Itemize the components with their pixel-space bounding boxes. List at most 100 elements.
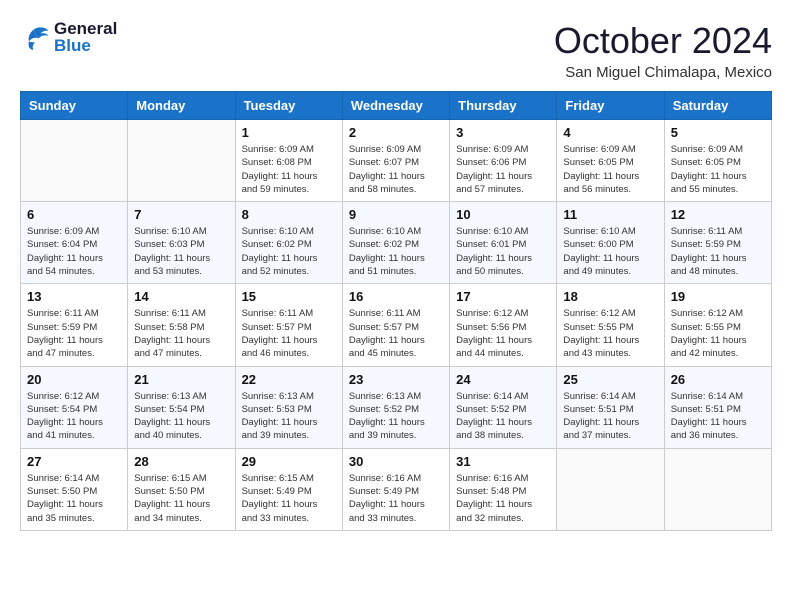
calendar-cell: 13 Sunrise: 6:11 AMSunset: 5:59 PMDayligh… [21,284,128,366]
day-info: Sunrise: 6:10 AMSunset: 6:02 PMDaylight:… [242,225,336,278]
day-info: Sunrise: 6:10 AMSunset: 6:00 PMDaylight:… [563,225,657,278]
day-info: Sunrise: 6:14 AMSunset: 5:50 PMDaylight:… [27,472,121,525]
day-info: Sunrise: 6:11 AMSunset: 5:59 PMDaylight:… [27,307,121,360]
day-number: 5 [671,125,765,140]
day-number: 6 [27,207,121,222]
day-number: 21 [134,372,228,387]
day-number: 4 [563,125,657,140]
weekday-header-row: SundayMondayTuesdayWednesdayThursdayFrid… [21,92,772,120]
day-info: Sunrise: 6:09 AMSunset: 6:05 PMDaylight:… [671,143,765,196]
day-number: 11 [563,207,657,222]
calendar-cell: 17Sunrise: 6:12 AMSunset: 5:56 PMDayligh… [450,284,557,366]
weekday-header: Monday [128,92,235,120]
calendar-cell [664,448,771,530]
day-number: 20 [27,372,121,387]
day-number: 18 [563,289,657,304]
day-info: Sunrise: 6:10 AMSunset: 6:03 PMDaylight:… [134,225,228,278]
title-block: October 2024 San Miguel Chimalapa, Mexic… [554,20,772,81]
logo: General Blue [20,20,117,55]
day-number: 25 [563,372,657,387]
day-number: 8 [242,207,336,222]
day-number: 16 [349,289,443,304]
calendar-cell: 30 Sunrise: 6:16 AMSunset: 5:49 PMDayligh… [342,448,449,530]
day-number: 29 [242,454,336,469]
day-number: 2 [349,125,443,140]
calendar-cell [557,448,664,530]
page-header: General Blue October 2024 San Miguel Chi… [20,20,772,81]
day-info: Sunrise: 6:14 AMSunset: 5:51 PMDaylight:… [563,390,657,443]
weekday-header: Sunday [21,92,128,120]
day-number: 27 [27,454,121,469]
calendar-cell: 31 Sunrise: 6:16 AMSunset: 5:48 PMDayligh… [450,448,557,530]
calendar-cell: 15 Sunrise: 6:11 AMSunset: 5:57 PMDayligh… [235,284,342,366]
day-number: 10 [456,207,550,222]
calendar-cell: 16 Sunrise: 6:11 AMSunset: 5:57 PMDayligh… [342,284,449,366]
calendar-cell: 27 Sunrise: 6:14 AMSunset: 5:50 PMDayligh… [21,448,128,530]
calendar-cell: 7Sunrise: 6:10 AMSunset: 6:03 PMDaylight… [128,202,235,284]
calendar-week-row: 13 Sunrise: 6:11 AMSunset: 5:59 PMDayligh… [21,284,772,366]
day-number: 23 [349,372,443,387]
day-info: Sunrise: 6:15 AMSunset: 5:50 PMDaylight:… [134,472,228,525]
calendar-cell: 21Sunrise: 6:13 AMSunset: 5:54 PMDayligh… [128,366,235,448]
day-info: Sunrise: 6:12 AMSunset: 5:54 PMDaylight:… [27,390,121,443]
day-number: 28 [134,454,228,469]
calendar-cell: 23 Sunrise: 6:13 AMSunset: 5:52 PMDayligh… [342,366,449,448]
calendar-cell: 29Sunrise: 6:15 AMSunset: 5:49 PMDayligh… [235,448,342,530]
day-info: Sunrise: 6:11 AMSunset: 5:58 PMDaylight:… [134,307,228,360]
calendar-cell: 4 Sunrise: 6:09 AMSunset: 6:05 PMDaylight… [557,120,664,202]
day-number: 22 [242,372,336,387]
calendar-cell: 5 Sunrise: 6:09 AMSunset: 6:05 PMDaylight… [664,120,771,202]
day-number: 1 [242,125,336,140]
calendar-cell: 2 Sunrise: 6:09 AMSunset: 6:07 PMDaylight… [342,120,449,202]
day-info: Sunrise: 6:09 AMSunset: 6:07 PMDaylight:… [349,143,443,196]
day-number: 9 [349,207,443,222]
calendar-cell [128,120,235,202]
calendar-cell: 3Sunrise: 6:09 AMSunset: 6:06 PMDaylight… [450,120,557,202]
weekday-header: Saturday [664,92,771,120]
calendar-cell: 10 Sunrise: 6:10 AMSunset: 6:01 PMDayligh… [450,202,557,284]
day-info: Sunrise: 6:12 AMSunset: 5:55 PMDaylight:… [563,307,657,360]
day-number: 30 [349,454,443,469]
day-info: Sunrise: 6:11 AMSunset: 5:57 PMDaylight:… [242,307,336,360]
day-number: 3 [456,125,550,140]
day-number: 12 [671,207,765,222]
day-number: 13 [27,289,121,304]
day-number: 31 [456,454,550,469]
weekday-header: Wednesday [342,92,449,120]
calendar-cell: 6 Sunrise: 6:09 AMSunset: 6:04 PMDaylight… [21,202,128,284]
day-info: Sunrise: 6:09 AMSunset: 6:08 PMDaylight:… [242,143,336,196]
calendar-cell: 22Sunrise: 6:13 AMSunset: 5:53 PMDayligh… [235,366,342,448]
calendar-cell: 25 Sunrise: 6:14 AMSunset: 5:51 PMDayligh… [557,366,664,448]
calendar-cell: 19Sunrise: 6:12 AMSunset: 5:55 PMDayligh… [664,284,771,366]
month-title: October 2024 [554,20,772,62]
calendar-week-row: 27 Sunrise: 6:14 AMSunset: 5:50 PMDayligh… [21,448,772,530]
day-info: Sunrise: 6:09 AMSunset: 6:04 PMDaylight:… [27,225,121,278]
calendar-week-row: 6 Sunrise: 6:09 AMSunset: 6:04 PMDaylight… [21,202,772,284]
day-info: Sunrise: 6:09 AMSunset: 6:05 PMDaylight:… [563,143,657,196]
calendar-cell: 28 Sunrise: 6:15 AMSunset: 5:50 PMDayligh… [128,448,235,530]
weekday-header: Tuesday [235,92,342,120]
logo-icon [20,24,50,52]
day-info: Sunrise: 6:16 AMSunset: 5:49 PMDaylight:… [349,472,443,525]
day-info: Sunrise: 6:13 AMSunset: 5:52 PMDaylight:… [349,390,443,443]
day-info: Sunrise: 6:16 AMSunset: 5:48 PMDaylight:… [456,472,550,525]
calendar-cell: 8 Sunrise: 6:10 AMSunset: 6:02 PMDaylight… [235,202,342,284]
weekday-header: Thursday [450,92,557,120]
day-info: Sunrise: 6:10 AMSunset: 6:02 PMDaylight:… [349,225,443,278]
day-number: 14 [134,289,228,304]
calendar-cell: 26Sunrise: 6:14 AMSunset: 5:51 PMDayligh… [664,366,771,448]
calendar-cell: 12Sunrise: 6:11 AMSunset: 5:59 PMDayligh… [664,202,771,284]
calendar-cell: 9 Sunrise: 6:10 AMSunset: 6:02 PMDaylight… [342,202,449,284]
day-info: Sunrise: 6:10 AMSunset: 6:01 PMDaylight:… [456,225,550,278]
calendar-cell: 24Sunrise: 6:14 AMSunset: 5:52 PMDayligh… [450,366,557,448]
day-number: 15 [242,289,336,304]
calendar-cell [21,120,128,202]
day-info: Sunrise: 6:11 AMSunset: 5:57 PMDaylight:… [349,307,443,360]
logo-line2: Blue [54,37,117,56]
weekday-header: Friday [557,92,664,120]
day-info: Sunrise: 6:14 AMSunset: 5:52 PMDaylight:… [456,390,550,443]
calendar-cell: 18 Sunrise: 6:12 AMSunset: 5:55 PMDayligh… [557,284,664,366]
day-number: 17 [456,289,550,304]
calendar-cell: 14 Sunrise: 6:11 AMSunset: 5:58 PMDayligh… [128,284,235,366]
calendar-cell: 11 Sunrise: 6:10 AMSunset: 6:00 PMDayligh… [557,202,664,284]
